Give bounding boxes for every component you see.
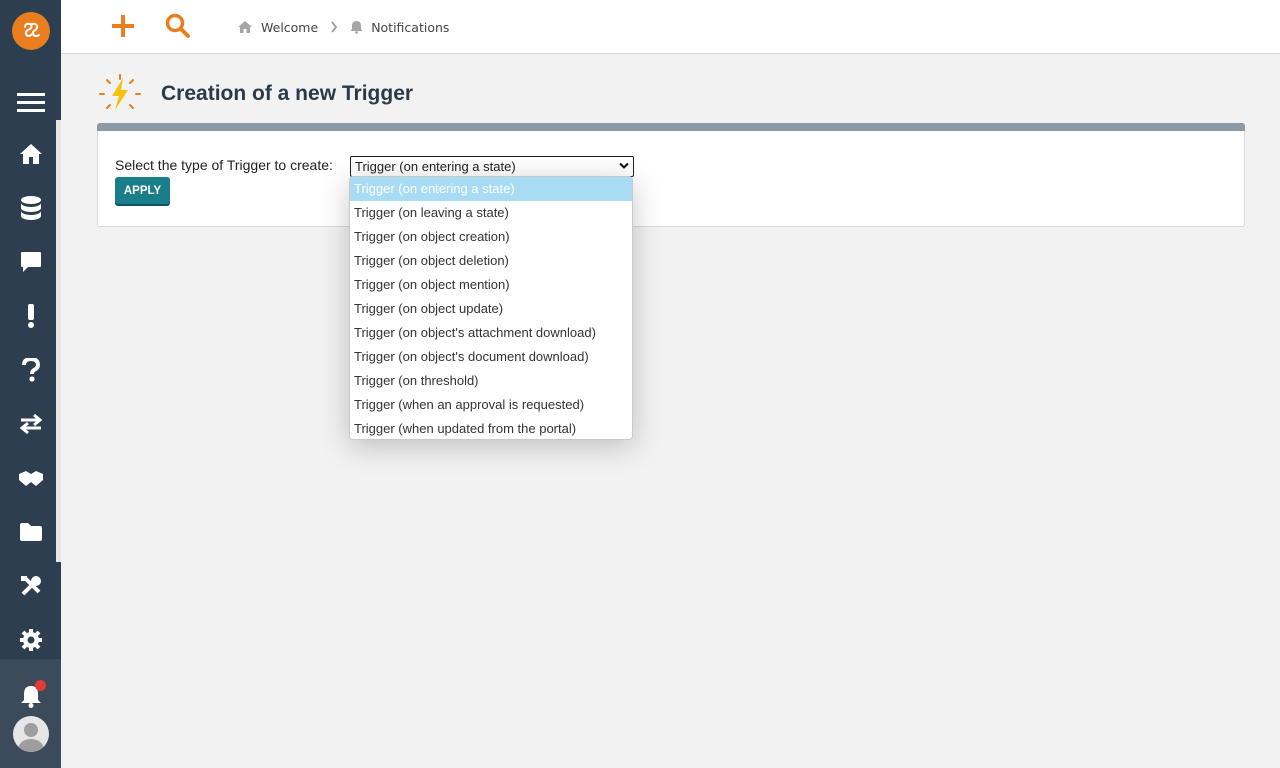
add-button[interactable] <box>108 11 138 41</box>
home-icon[interactable] <box>15 138 47 170</box>
lightning-icon <box>99 74 141 110</box>
home-icon <box>238 21 252 33</box>
chevron-right-icon <box>330 21 338 33</box>
chat-icon[interactable] <box>15 246 47 278</box>
dropdown-option[interactable]: Trigger (on object's document download) <box>350 345 632 369</box>
apply-button[interactable]: APPLY <box>115 177 170 204</box>
bell-icon <box>350 21 363 34</box>
app-logo-icon[interactable] <box>12 12 50 50</box>
folder-icon[interactable] <box>15 516 47 548</box>
breadcrumb: Welcome Notifications <box>237 18 449 36</box>
trigger-type-dropdown: Trigger (on entering a state) Trigger (o… <box>349 176 633 440</box>
dropdown-option[interactable]: Trigger (on threshold) <box>350 369 632 393</box>
dropdown-option[interactable]: Trigger (on object creation) <box>350 225 632 249</box>
settings-icon[interactable] <box>15 624 47 656</box>
page-title: Creation of a new Trigger <box>161 82 414 105</box>
dropdown-option[interactable]: Trigger (on object deletion) <box>350 249 632 273</box>
breadcrumb-label: Welcome <box>261 19 319 35</box>
panel-header-bar <box>97 123 1245 131</box>
dropdown-option[interactable]: Trigger (on leaving a state) <box>350 201 632 225</box>
dropdown-option[interactable]: Trigger (on object update) <box>350 297 632 321</box>
question-icon[interactable] <box>15 354 47 386</box>
dropdown-option[interactable]: Trigger (on object's attachment download… <box>350 321 632 345</box>
sidebar-scrollbar[interactable] <box>56 120 61 562</box>
breadcrumb-item-welcome[interactable]: Welcome <box>237 20 318 35</box>
handshake-icon[interactable] <box>15 462 47 494</box>
breadcrumb-label: Notifications <box>371 19 450 35</box>
exclamation-icon[interactable] <box>15 300 47 332</box>
trigger-type-select[interactable]: Trigger (on entering a state) <box>350 156 634 177</box>
breadcrumb-item-notifications[interactable]: Notifications <box>350 20 449 35</box>
chevron-down-icon <box>619 162 629 169</box>
trigger-type-label: Select the type of Trigger to create: <box>115 157 333 173</box>
plus-icon <box>112 15 134 37</box>
transfer-icon[interactable] <box>15 408 47 440</box>
dropdown-option[interactable]: Trigger (when updated from the portal) <box>350 417 632 439</box>
trigger-form-panel: Select the type of Trigger to create: Tr… <box>97 123 1245 227</box>
dropdown-option[interactable]: Trigger (on object mention) <box>350 273 632 297</box>
dropdown-option[interactable]: Trigger (when an approval is requested) <box>350 393 632 417</box>
notification-badge <box>35 680 46 691</box>
tools-icon[interactable] <box>15 570 47 602</box>
select-value: Trigger (on entering a state) <box>355 159 516 174</box>
search-icon <box>165 13 190 38</box>
search-button[interactable] <box>163 11 193 41</box>
database-icon[interactable] <box>15 192 47 224</box>
page-header: Creation of a new Trigger <box>99 74 413 114</box>
top-bar: Welcome Notifications <box>61 0 1280 54</box>
dropdown-option[interactable]: Trigger (on entering a state) <box>350 177 632 201</box>
menu-icon[interactable] <box>15 87 47 119</box>
sidebar <box>0 0 61 768</box>
avatar[interactable] <box>13 716 49 752</box>
